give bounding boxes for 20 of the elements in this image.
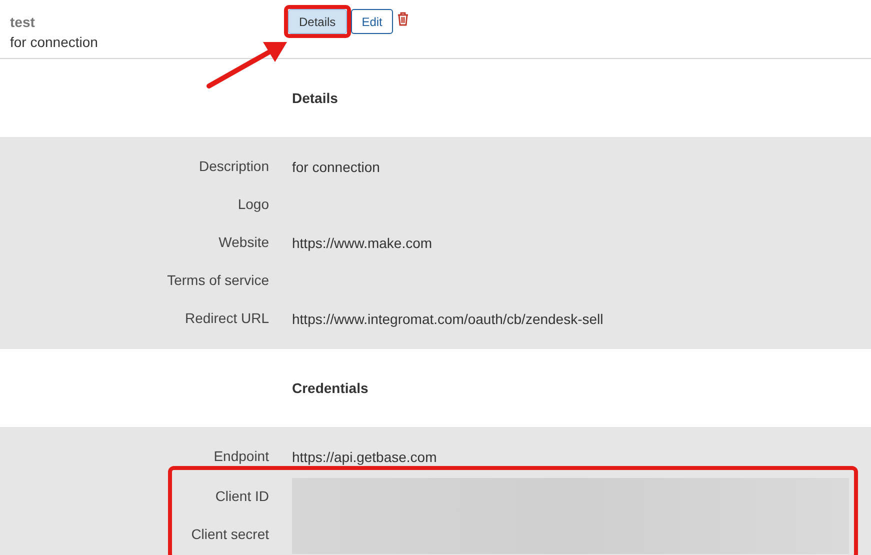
item-title: test: [10, 13, 36, 32]
edit-button[interactable]: Edit: [350, 9, 394, 34]
section-heading: Credentials: [292, 378, 368, 398]
field-label: Endpoint: [214, 448, 269, 464]
field-label: Logo: [238, 196, 269, 212]
field-label: Terms of service: [167, 272, 269, 288]
field-label: Client ID: [215, 488, 269, 504]
item-subtitle: for connection: [10, 33, 99, 52]
details-button[interactable]: Details: [288, 9, 347, 34]
section-heading: Details: [292, 88, 338, 108]
field-label: Website: [218, 234, 269, 250]
trash-icon[interactable]: [397, 12, 410, 26]
field-label: Description: [198, 158, 269, 174]
field-value: https://api.getbase.com: [292, 448, 437, 467]
field-label: Redirect URL: [184, 310, 269, 326]
field-value: https://www.integromat.com/oauth/cb/zendesk-sell: [292, 310, 604, 329]
field-value: https://www.make.com: [292, 234, 432, 253]
field-label: Client secret: [191, 526, 269, 542]
highlight-frame: [284, 5, 351, 38]
field-value: for connection: [292, 158, 380, 176]
